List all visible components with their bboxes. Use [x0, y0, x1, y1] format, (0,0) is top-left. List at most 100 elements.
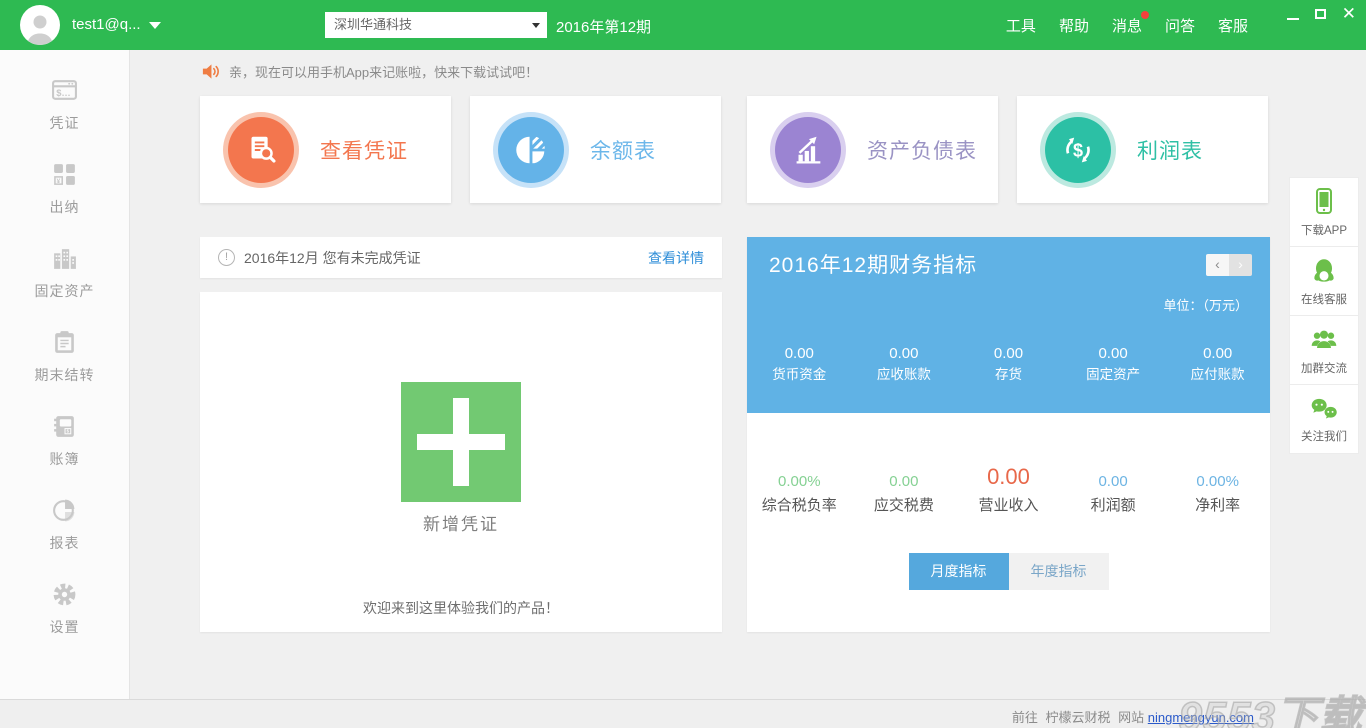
card-view-vouchers[interactable]: 查看凭证 [200, 96, 451, 203]
banner-text: 亲，现在可以用手机App来记账啦，快来下载试试吧！ [229, 62, 538, 81]
sidebar-item-period-end[interactable]: 期末结转 [0, 320, 129, 395]
card-label: 资产负债表 [867, 135, 977, 165]
plus-icon [415, 396, 507, 488]
sidebar-item-label: 期末结转 [35, 365, 95, 385]
qq-icon [1309, 256, 1339, 286]
stat-value: 0.00 [1165, 343, 1270, 364]
tab-yearly-indicators[interactable]: 年度指标 [1009, 553, 1109, 590]
stat-label: 应收账款 [852, 364, 957, 385]
footer-brand: 柠檬云财税 [1045, 710, 1110, 725]
card-label: 余额表 [590, 135, 656, 165]
svg-text:$…: $… [56, 88, 71, 98]
stat-label: 综合税负率 [747, 494, 852, 515]
float-online-support[interactable]: 在线客服 [1289, 246, 1359, 316]
person-icon [21, 9, 59, 45]
stat-net-profit-rate: 0.00% 净利率 [1165, 463, 1270, 515]
sidebar-item-fixed-assets[interactable]: 固定资产 [0, 236, 129, 311]
svg-text:$: $ [1073, 140, 1083, 160]
pager-next-button[interactable]: › [1229, 254, 1252, 276]
cashier-icon: ¥ [51, 161, 78, 188]
promo-banner: 亲，现在可以用手机App来记账啦，快来下载试试吧！ [201, 62, 538, 81]
float-download-app[interactable]: 下载APP [1289, 177, 1359, 247]
footer: 前往 柠檬云财税 网站 ningmengyun.com [0, 699, 1366, 728]
stat-label: 存货 [956, 364, 1061, 385]
profit-cycle-icon: $ [1059, 131, 1097, 169]
float-follow-us[interactable]: 关注我们 [1289, 384, 1359, 454]
window-controls: ✕ [1287, 6, 1356, 22]
add-voucher-button[interactable] [401, 382, 521, 502]
indicator-panel: 2016年12期财务指标 ‹ › 单位：（万元） 0.00 货币资金 0.00 … [747, 237, 1270, 632]
float-item-label: 在线客服 [1301, 291, 1347, 307]
stat-monetary-funds: 0.00 货币资金 [747, 343, 852, 385]
stat-inventory: 0.00 存货 [956, 343, 1061, 385]
view-details-link[interactable]: 查看详情 [648, 248, 704, 268]
notification-dot [1141, 11, 1149, 19]
info-icon: ! [218, 249, 235, 266]
sidebar-item-voucher[interactable]: $… 凭证 [0, 68, 129, 143]
topbar: test1@q... 深圳华通科技 2016年第12期 工具 帮助 消息 问答 … [0, 0, 1366, 50]
menu-messages-label: 消息 [1112, 18, 1142, 35]
menu-help[interactable]: 帮助 [1059, 15, 1089, 36]
minimize-button[interactable] [1287, 9, 1299, 20]
select-arrow-icon [532, 23, 540, 28]
user-avatar[interactable] [20, 5, 60, 45]
sidebar-item-reports[interactable]: 报表 [0, 488, 129, 563]
stat-label: 营业收入 [956, 494, 1061, 515]
menu-qa[interactable]: 问答 [1165, 15, 1195, 36]
sidebar-item-ledger[interactable]: $ 账簿 [0, 404, 129, 479]
sidebar-item-settings[interactable]: 设置 [0, 572, 129, 647]
stat-label: 应付账款 [1165, 364, 1270, 385]
user-menu[interactable]: test1@q... [72, 16, 161, 33]
indicator-tabs: 月度指标 年度指标 [747, 553, 1270, 590]
menu-tools[interactable]: 工具 [1006, 15, 1036, 36]
balance-sheet-icon [789, 131, 827, 169]
group-icon [1309, 325, 1339, 355]
fixed-assets-icon [51, 245, 78, 272]
stat-label: 净利率 [1165, 494, 1270, 515]
stat-tax-payable: 0.00 应交税费 [852, 463, 957, 515]
restore-button[interactable] [1315, 9, 1326, 19]
voucher-panel-header: ! 2016年12月 您有未完成凭证 查看详情 [200, 237, 722, 278]
stat-value: 0.00 [1061, 463, 1166, 490]
blue-stats-row: 0.00 货币资金 0.00 应收账款 0.00 存货 0.00 固定资产 0.… [747, 343, 1270, 385]
user-name: test1@q... [72, 16, 141, 33]
stat-value: 0.00 [747, 343, 852, 364]
app-window: test1@q... 深圳华通科技 2016年第12期 工具 帮助 消息 问答 … [0, 0, 1366, 728]
speaker-icon [201, 62, 220, 81]
card-balance-sheet[interactable]: 资产负债表 [747, 96, 998, 203]
voucher-panel-body: 新增凭证 欢迎来到这里体验我们的产品！ [200, 292, 722, 632]
stat-label: 利润额 [1061, 494, 1166, 515]
sidebar-item-label: 出纳 [50, 197, 80, 217]
menu-messages[interactable]: 消息 [1112, 15, 1142, 36]
chevron-down-icon [149, 22, 161, 29]
float-join-group[interactable]: 加群交流 [1289, 315, 1359, 385]
reports-icon [51, 497, 78, 524]
sidebar-item-label: 固定资产 [35, 281, 95, 301]
sidebar-item-label: 报表 [50, 533, 80, 553]
card-profit-table[interactable]: $ 利润表 [1017, 96, 1268, 203]
pager-prev-button[interactable]: ‹ [1206, 254, 1229, 276]
balance-pie-icon [512, 131, 550, 169]
stat-payables: 0.00 应付账款 [1165, 343, 1270, 385]
phone-icon [1310, 187, 1338, 217]
welcome-text: 欢迎来到这里体验我们的产品！ [200, 598, 722, 618]
stat-label: 应交税费 [852, 494, 957, 515]
company-select[interactable]: 深圳华通科技 [325, 12, 547, 38]
card-label: 查看凭证 [320, 135, 408, 165]
voucher-notice: 2016年12月 您有未完成凭证 [244, 248, 648, 268]
indicator-pager: ‹ › [1206, 254, 1252, 276]
stat-value: 0.00 [852, 343, 957, 364]
card-balance-table[interactable]: 余额表 [470, 96, 721, 203]
stat-value: 0.00 [1061, 343, 1166, 364]
card-label: 利润表 [1137, 135, 1203, 165]
close-button[interactable]: ✕ [1342, 7, 1356, 21]
voucher-icon: $… [51, 77, 78, 104]
menu-support[interactable]: 客服 [1218, 15, 1248, 36]
tab-monthly-indicators[interactable]: 月度指标 [909, 553, 1009, 590]
add-voucher-label: 新增凭证 [200, 510, 722, 535]
svg-text:¥: ¥ [57, 178, 61, 185]
left-sidebar: $… 凭证 ¥ 出纳 [0, 50, 130, 699]
stat-value: 0.00 [956, 463, 1061, 490]
sidebar-item-cashier[interactable]: ¥ 出纳 [0, 152, 129, 227]
footer-site-link[interactable]: ningmengyun.com [1148, 710, 1254, 725]
